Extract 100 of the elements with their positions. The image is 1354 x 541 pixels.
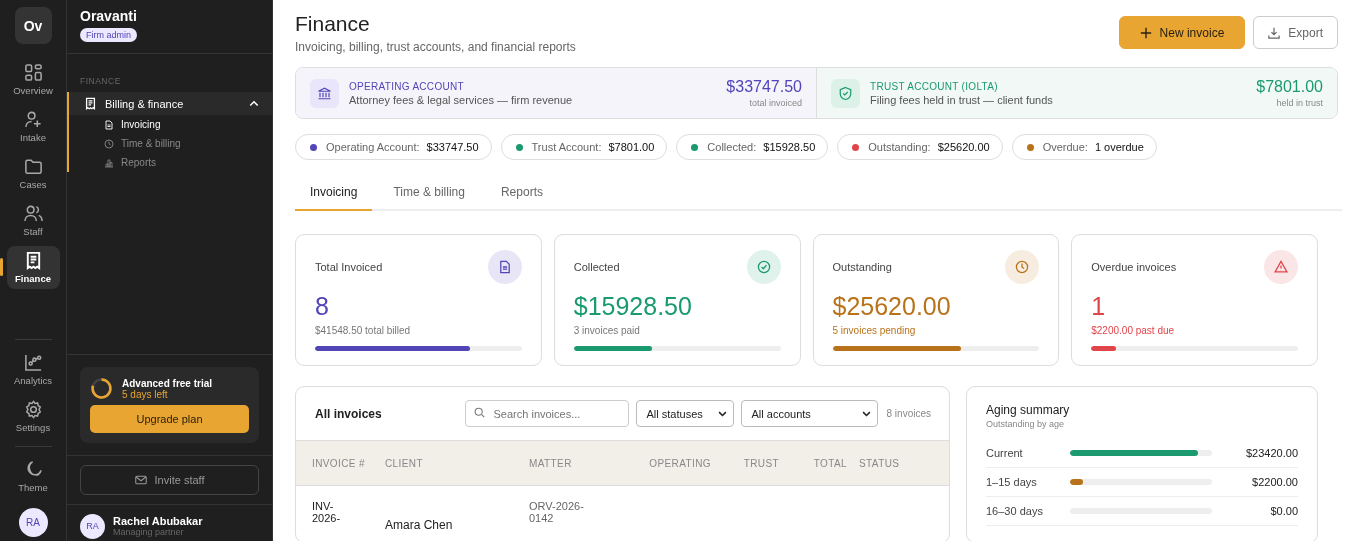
aging-amount: $23420.00 (1245, 447, 1298, 459)
document-icon (104, 119, 114, 130)
warning-icon (1274, 260, 1288, 274)
clock-icon (1015, 260, 1030, 274)
chart-icon (23, 353, 43, 372)
stat-title: Collected (573, 261, 620, 273)
pill-label: Trust Account: (531, 141, 602, 153)
column-header: MATTER (529, 457, 573, 469)
progress-ring-icon (90, 377, 113, 400)
invoice-count: 8 invoices (886, 408, 931, 419)
user-avatar: RA (80, 513, 105, 539)
panel-subtitle: Outstanding by age (986, 419, 1066, 429)
sidebar-item[interactable]: Invoicing (67, 115, 272, 134)
rail-nav-item[interactable]: Analytics (6, 348, 60, 391)
pill-value: $33747.50 (426, 141, 479, 153)
invite-button[interactable]: Invite staff (80, 465, 259, 495)
filter-dropdown[interactable]: All accounts (740, 400, 878, 427)
mail-icon (134, 475, 147, 485)
grid-icon (23, 63, 43, 82)
pill-value: $25620.00 (937, 141, 990, 153)
pill-value: 1 overdue (1094, 141, 1144, 153)
tab[interactable]: Time & billing (378, 178, 480, 211)
logo-badge[interactable]: Ov (14, 7, 52, 44)
stat-subtext: 3 invoices paid (573, 325, 641, 336)
document-icon (497, 260, 512, 274)
shield-icon (831, 78, 860, 108)
page-title: Finance (295, 12, 371, 36)
account-description: Filing fees held in trust — client funds (870, 93, 1054, 106)
chevron-down-icon (861, 410, 871, 417)
search-icon (473, 407, 485, 418)
sidebar-item[interactable]: Reports (67, 153, 272, 172)
account-title: TRUST ACCOUNT (IOLTA) (870, 80, 999, 92)
invoice-number: INV-2026- (312, 500, 342, 524)
account-amount: $33747.50 (726, 78, 802, 96)
trial-title: Advanced free trial (122, 377, 213, 389)
export-button[interactable]: Export (1253, 16, 1338, 49)
rail-nav-item[interactable]: Staff (6, 199, 60, 242)
aging-label: Current (986, 447, 1024, 459)
theme-toggle[interactable]: Theme (6, 455, 60, 498)
column-header: INVOICE # (312, 457, 367, 469)
stat-value: $15928.50 (573, 292, 693, 321)
pill-label: Overdue: (1042, 141, 1088, 153)
rail-nav-item[interactable]: Intake (6, 105, 60, 148)
plus-icon (1139, 26, 1152, 39)
aging-label: 1–15 days (986, 476, 1038, 488)
matter-number: ORV-2026-0142 (529, 500, 585, 524)
pill-label: Operating Account: (326, 141, 420, 153)
account-amount: $7801.00 (1256, 78, 1323, 96)
new-invoice-button[interactable]: New invoice (1118, 16, 1246, 49)
chevron-down-icon (717, 410, 727, 417)
folder-icon (23, 157, 43, 176)
stat-value: 1 (1091, 292, 1107, 321)
column-header: TRUST (742, 457, 779, 469)
sidebar-item[interactable]: Time & billing (67, 134, 272, 153)
upgrade-button[interactable]: Upgrade plan (90, 405, 249, 433)
user-plus-icon (23, 110, 43, 129)
tab[interactable]: Reports (485, 178, 558, 211)
stat-title: Overdue invoices (1091, 261, 1177, 273)
filter-dropdown[interactable]: All statuses (635, 400, 734, 427)
client-name: Amara Chen (385, 517, 454, 532)
account-title: OPERATING ACCOUNT (349, 80, 465, 92)
column-header: OPERATING (648, 457, 711, 469)
stat-value: 8 (315, 292, 330, 321)
user-avatar[interactable]: RA (18, 508, 48, 537)
rail-nav-item[interactable]: Overview (6, 58, 60, 101)
account-description: Attorney fees & legal services — firm revenue (349, 93, 574, 106)
pill-label: Outstanding: (868, 141, 931, 153)
rail-nav-item[interactable]: Cases (6, 152, 60, 195)
panel-title: All invoices (315, 406, 383, 421)
download-icon (1268, 26, 1281, 39)
stat-subtext: 5 invoices pending (832, 325, 917, 336)
pill-value: $15928.50 (763, 141, 816, 153)
check-circle-icon (756, 260, 771, 274)
pill-label: Collected: (707, 141, 757, 153)
aging-amount: $2200.00 (1251, 476, 1298, 488)
search-field[interactable]: Search invoices... (464, 400, 629, 427)
account-amount-label: total invoiced (748, 98, 802, 108)
rail-nav-item[interactable]: Settings (6, 395, 60, 438)
user-name: Rachel Abubakar (113, 515, 203, 527)
receipt-icon (84, 97, 97, 110)
trial-days-left: 5 days left (122, 388, 169, 400)
tab[interactable]: Invoicing (295, 178, 373, 211)
nav-group-header[interactable]: Billing & finance (67, 92, 272, 115)
org-name: Oravanti (80, 8, 138, 24)
column-header: CLIENT (385, 457, 424, 469)
aging-amount: $0.00 (1269, 505, 1298, 517)
bank-icon (310, 78, 339, 108)
stat-value: $25620.00 (832, 292, 952, 321)
column-header: TOTAL (812, 457, 847, 469)
column-header: STATUS (858, 457, 901, 469)
stat-title: Total Invoiced (315, 261, 383, 273)
user-role: Managing partner (113, 527, 185, 537)
stat-subtext: $2200.00 past due (1091, 325, 1176, 336)
pill-value: $7801.00 (608, 141, 655, 153)
panel-title: Aging summary (986, 403, 1071, 417)
stat-title: Outstanding (832, 261, 892, 273)
section-label: FINANCE (79, 75, 122, 88)
aging-label: 16–30 days (986, 505, 1044, 517)
page-subtitle: Invoicing, billing, trust accounts, and financial reports (295, 40, 576, 54)
settings-icon (23, 400, 43, 419)
